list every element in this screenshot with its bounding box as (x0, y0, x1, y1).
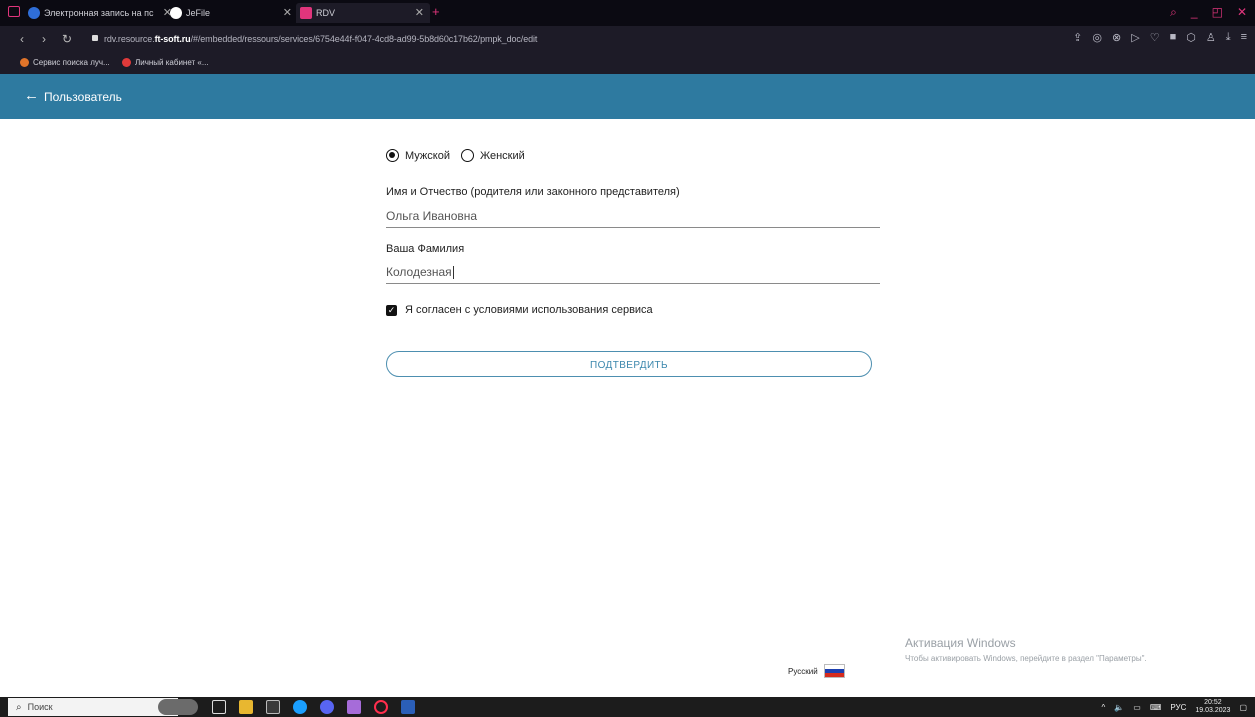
jefile-icon (170, 7, 182, 19)
url-field[interactable]: rdv.resource.ft-soft.ru/#/embedded/resso… (104, 34, 537, 44)
browser-tab-bar: Электронная запись на пс ✕ JeFile ✕ RDV … (0, 0, 1255, 26)
download-icon[interactable]: ⤓ (1226, 31, 1231, 44)
radio-female[interactable] (460, 149, 474, 162)
activation-watermark-title: Активация Windows (905, 636, 1016, 650)
forward-icon[interactable]: › (42, 32, 46, 46)
page-title: Пользователь (44, 90, 122, 104)
close-tab-icon[interactable]: ✕ (415, 6, 424, 19)
taskbar-apps (212, 700, 415, 714)
tab-rdv[interactable]: RDV ✕ (296, 3, 430, 23)
surname-input[interactable]: Колодезная (386, 261, 880, 284)
profile-icon[interactable]: ♙ (1206, 31, 1216, 44)
discord-icon[interactable] (320, 700, 334, 714)
agree-row: ✓ Я согласен с условиями использования с… (386, 304, 653, 316)
agree-label[interactable]: Я согласен с условиями использования сер… (405, 304, 653, 316)
tab-title: JeFile (186, 8, 211, 18)
network-icon[interactable]: ▭ (1133, 703, 1141, 712)
tab-jefile[interactable]: JeFile ✕ (170, 3, 298, 23)
radio-female-label[interactable]: Женский (480, 150, 525, 162)
bookmark-label: Сервис поиска луч... (33, 58, 110, 67)
bookmark-favicon (122, 58, 131, 67)
globe-icon (28, 7, 40, 19)
clock[interactable]: 20:52 19.03.2023 (1195, 699, 1230, 715)
steam-icon[interactable] (293, 700, 307, 714)
sidebar-toggle-icon[interactable] (8, 6, 20, 17)
name-input[interactable] (386, 205, 880, 228)
clock-time: 20:52 (1204, 699, 1222, 706)
language-selector[interactable]: Русский (788, 664, 845, 678)
system-tray: ^ 🔈 ▭ ⌨ РУС 20:52 19.03.2023 ▢ (1102, 699, 1247, 715)
share-icon[interactable]: ⇪ (1073, 31, 1082, 44)
file-explorer-icon[interactable] (239, 700, 253, 714)
keyboard-icon[interactable]: ⌨ (1150, 703, 1162, 712)
radio-male-label[interactable]: Мужской (405, 150, 450, 162)
clock-date: 19.03.2023 (1195, 707, 1231, 714)
extensions-area: ⇪ ◎ ⊗ ▷ ♡ ■ ⬡ ♙ ⤓ ≡ (1073, 31, 1247, 44)
language-label: Русский (788, 666, 818, 676)
task-view-icon[interactable] (212, 700, 226, 714)
russia-flag-icon (823, 664, 845, 678)
restore-icon[interactable]: ◰ (1212, 5, 1223, 20)
extension-icon[interactable]: ■ (1170, 31, 1177, 44)
confirm-button[interactable]: ПОДТВЕРДИТЬ (386, 351, 872, 377)
bookmark-search-service[interactable]: Сервис поиска луч... (20, 58, 110, 67)
gamepad-icon[interactable] (347, 700, 361, 714)
chevron-up-icon[interactable]: ^ (1102, 703, 1106, 712)
back-arrow-icon[interactable]: ← (24, 87, 39, 104)
search-tabs-icon[interactable]: ⌕ (1170, 5, 1177, 20)
tab-title: RDV (316, 8, 336, 18)
app-header: ← Пользователь (0, 74, 1255, 119)
radio-male[interactable] (386, 149, 399, 162)
surname-value: Колодезная (386, 265, 452, 279)
camera-icon[interactable]: ◎ (1092, 31, 1102, 44)
activation-watermark-text: Чтобы активировать Windows, перейдите в … (905, 654, 1147, 663)
search-icon: ⌕ (16, 701, 22, 713)
volume-icon[interactable]: 🔈 (1114, 703, 1124, 712)
opera-icon[interactable] (374, 700, 388, 714)
notifications-icon[interactable]: ▢ (1239, 703, 1247, 712)
shield-icon[interactable]: ⊗ (1112, 31, 1121, 44)
bookmark-favicon (20, 58, 29, 67)
input-language[interactable]: РУС (1170, 703, 1186, 712)
bookmark-personal-account[interactable]: Личный кабинет «... (122, 58, 209, 67)
minimize-icon[interactable]: _ (1191, 5, 1198, 20)
close-tab-icon[interactable]: ✕ (283, 6, 292, 19)
back-icon[interactable]: ‹ (20, 32, 24, 46)
agree-checkbox[interactable]: ✓ (386, 304, 397, 316)
url-host: ft-soft.ru (154, 34, 191, 44)
search-highlight-icon[interactable] (158, 699, 198, 715)
heart-icon[interactable]: ♡ (1150, 31, 1160, 44)
name-label: Имя и Отчество (родителя или законного п… (386, 186, 680, 198)
play-icon[interactable]: ▷ (1131, 31, 1139, 44)
menu-icon[interactable]: ≡ (1241, 31, 1247, 44)
reload-icon[interactable]: ↻ (62, 32, 72, 46)
cube-icon[interactable]: ⬡ (1186, 31, 1196, 44)
rdv-icon (300, 7, 312, 19)
search-placeholder: Поиск (27, 702, 53, 712)
url-prefix: rdv.resource. (104, 34, 155, 44)
url-path: /#/embedded/ressours/services/6754e44f-f… (190, 34, 538, 44)
windows-taskbar: ⌕ Поиск ^ 🔈 ▭ ⌨ РУС 20:52 19.03.2023 ▢ (0, 697, 1255, 717)
surname-label: Ваша Фамилия (386, 243, 465, 255)
window-controls: ⌕ _ ◰ ✕ (1170, 5, 1247, 20)
tab-title: Электронная запись на пс (44, 8, 154, 18)
text-caret (452, 266, 454, 280)
gender-selector: Мужской Женский (386, 149, 525, 162)
address-bar: ‹ › ↻ rdv.resource.ft-soft.ru/#/embedded… (0, 26, 1255, 52)
taskbar-search[interactable]: ⌕ Поиск (8, 698, 178, 716)
close-window-icon[interactable]: ✕ (1237, 5, 1247, 20)
epic-games-icon[interactable] (266, 700, 280, 714)
bookmark-label: Личный кабинет «... (135, 58, 209, 67)
new-tab-button[interactable]: + (432, 4, 440, 19)
lock-icon (92, 35, 98, 41)
word-icon[interactable] (401, 700, 415, 714)
bookmarks-bar: Сервис поиска луч... Личный кабинет «... (0, 52, 1255, 74)
tab-electronic-queue[interactable]: Электронная запись на пс ✕ (28, 3, 178, 23)
